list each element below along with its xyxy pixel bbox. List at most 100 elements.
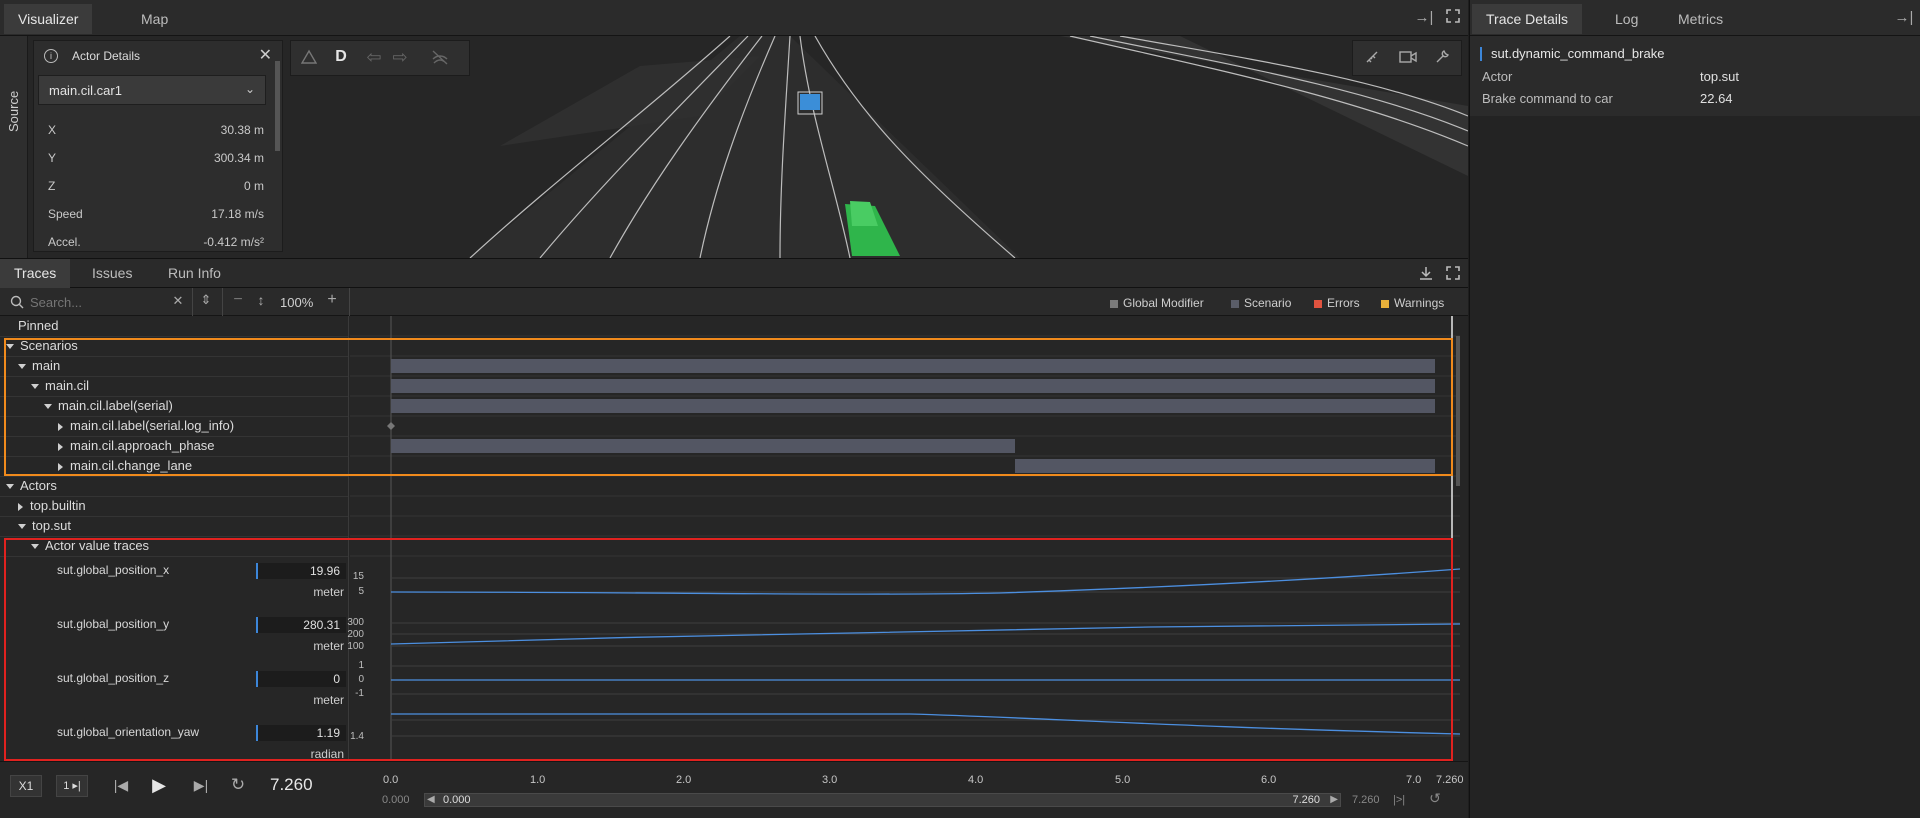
legend-label: Scenario bbox=[1244, 296, 1292, 310]
fullscreen-icon[interactable] bbox=[1443, 265, 1463, 285]
tree-item-main-cil[interactable]: main.cil bbox=[31, 376, 89, 396]
camera-icon[interactable] bbox=[1397, 50, 1419, 68]
fullscreen-icon[interactable] bbox=[1443, 8, 1463, 28]
time-tick: 7.0 bbox=[1406, 774, 1422, 786]
tree-label: top.builtin bbox=[30, 498, 86, 513]
tab-issues[interactable]: Issues bbox=[78, 259, 146, 288]
loop-range-button[interactable]: |>| bbox=[1393, 794, 1405, 806]
detail-value: top.sut bbox=[1700, 69, 1740, 84]
tree-item-builtin[interactable]: top.builtin bbox=[18, 496, 86, 516]
viz-toolbar: D ⇦ ⇨ bbox=[290, 40, 470, 76]
scenario-bar-change-lane[interactable] bbox=[1015, 459, 1435, 473]
tree-item-log-info[interactable]: main.cil.label(serial.log_info) bbox=[58, 416, 234, 436]
warning-icon[interactable] bbox=[299, 49, 319, 69]
tab-log[interactable]: Log bbox=[1601, 4, 1652, 34]
scenario-bar-approach[interactable] bbox=[391, 439, 1015, 453]
tree-item-change-lane[interactable]: main.cil.change_lane bbox=[58, 456, 192, 476]
detail-label: Actor bbox=[1482, 69, 1513, 84]
range-start-outer: 0.000 bbox=[382, 794, 410, 806]
legend-scenario[interactable]: Scenario bbox=[1231, 296, 1291, 310]
speed-button[interactable]: X1 bbox=[10, 775, 42, 797]
tab-run-info[interactable]: Run Info bbox=[154, 259, 235, 288]
tree-item-scenarios[interactable]: Scenarios bbox=[6, 336, 78, 356]
tree-item-main[interactable]: main bbox=[18, 356, 60, 376]
sort-icon[interactable]: ⇕ bbox=[198, 292, 214, 308]
legend-warnings[interactable]: Warnings bbox=[1381, 296, 1444, 310]
hide-path-icon[interactable] bbox=[429, 49, 451, 69]
arrow-left-icon[interactable]: ⇦ bbox=[363, 47, 385, 68]
tree-item-label-serial[interactable]: main.cil.label(serial) bbox=[44, 396, 173, 416]
legend-global-modifier[interactable]: Global Modifier bbox=[1110, 296, 1204, 310]
trace-name[interactable]: sut.global_position_z bbox=[57, 671, 169, 685]
close-icon[interactable]: ✕ bbox=[259, 45, 272, 65]
actor-select[interactable]: main.cil.car1 ⌄ bbox=[38, 75, 266, 105]
source-rail[interactable]: Source bbox=[0, 36, 28, 258]
download-icon[interactable] bbox=[1416, 265, 1436, 285]
actor-row-label: Accel. bbox=[48, 235, 81, 249]
row-separator bbox=[0, 556, 348, 557]
range-right-handle[interactable]: ▶ bbox=[1330, 794, 1338, 805]
scrollbar[interactable] bbox=[275, 61, 280, 151]
tab-trace-details[interactable]: Trace Details bbox=[1472, 4, 1582, 34]
caret-down-icon bbox=[31, 544, 39, 550]
trace-name[interactable]: sut.global_position_x bbox=[57, 563, 169, 577]
legend-errors[interactable]: Errors bbox=[1314, 296, 1360, 310]
zoom-level: 100% bbox=[280, 295, 314, 310]
timeline-canvas bbox=[350, 316, 1460, 761]
collapse-panel-icon[interactable]: →| bbox=[1894, 9, 1914, 26]
tree-item-pinned[interactable]: Pinned bbox=[18, 316, 58, 336]
tree-label: main.cil bbox=[45, 378, 90, 393]
search-input[interactable] bbox=[30, 292, 160, 312]
tab-map[interactable]: Map bbox=[127, 4, 182, 34]
tab-metrics[interactable]: Metrics bbox=[1664, 4, 1737, 34]
collapse-panel-icon[interactable]: →| bbox=[1414, 9, 1434, 26]
tree-item-actor-value-traces[interactable]: Actor value traces bbox=[31, 536, 149, 556]
range-left-handle[interactable]: ◀ bbox=[427, 794, 435, 805]
replay-icon[interactable]: ↻ bbox=[228, 775, 248, 795]
trace-value: 0 bbox=[256, 671, 346, 687]
timeline-area[interactable]: 15 5 300 200 100 1 0 -1 1.4 bbox=[347, 316, 1460, 761]
tab-traces[interactable]: Traces bbox=[0, 259, 71, 288]
main-area: Visualizer Map →| Source i Actor Details… bbox=[0, 0, 1468, 818]
clear-search-icon[interactable]: ✕ bbox=[170, 293, 186, 309]
actor-row-value: 17.18 m/s bbox=[211, 207, 264, 221]
time-tick: 3.0 bbox=[822, 774, 838, 786]
arrow-right-icon[interactable]: ⇨ bbox=[389, 47, 411, 68]
trace-name[interactable]: sut.global_orientation_yaw bbox=[57, 725, 199, 739]
scenario-bar-main-cil[interactable] bbox=[391, 379, 1435, 393]
tree-item-sut[interactable]: top.sut bbox=[18, 516, 71, 536]
skip-forward-icon[interactable]: ▶| bbox=[192, 777, 210, 794]
tree-item-actors[interactable]: Actors bbox=[6, 476, 57, 496]
wrench-icon[interactable] bbox=[1431, 49, 1453, 69]
tab-visualizer[interactable]: Visualizer bbox=[4, 4, 93, 34]
skip-back-icon[interactable]: |◀ bbox=[112, 777, 130, 794]
measure-icon[interactable] bbox=[1361, 49, 1383, 69]
log-info-marker[interactable] bbox=[387, 422, 395, 430]
scrollbar[interactable] bbox=[1456, 336, 1460, 486]
zoom-out-icon[interactable]: − bbox=[230, 291, 246, 309]
legend-swatch bbox=[1110, 299, 1118, 308]
tree-label: main.cil.label(serial) bbox=[58, 398, 173, 413]
time-tick: 0.0 bbox=[383, 774, 399, 786]
zoom-in-icon[interactable]: + bbox=[324, 291, 340, 309]
tree-label: main.cil.label(serial.log_info) bbox=[70, 418, 235, 433]
reset-icon[interactable]: ↺ bbox=[1426, 790, 1444, 807]
drive-mode-button[interactable]: D bbox=[331, 48, 351, 66]
play-icon[interactable]: ▶ bbox=[150, 775, 168, 796]
range-slider[interactable]: ◀ 0.000 7.260 ▶ bbox=[424, 793, 1341, 807]
step-button[interactable]: 1 ▸| bbox=[56, 775, 88, 797]
trace-name[interactable]: sut.global_position_y bbox=[57, 617, 169, 631]
fit-height-icon[interactable]: ↕ bbox=[253, 292, 269, 308]
actor-row-label: Z bbox=[48, 179, 56, 193]
actor-details-title: Actor Details bbox=[72, 49, 141, 63]
divider bbox=[192, 288, 193, 316]
scenario-bar-label-serial[interactable] bbox=[391, 399, 1435, 413]
actor-row-y: Y 300.34 m bbox=[48, 151, 264, 165]
trace-tree: Pinned Scenarios main main.cil main.cil.… bbox=[0, 316, 349, 761]
tree-item-approach[interactable]: main.cil.approach_phase bbox=[58, 436, 215, 456]
caret-right-icon bbox=[58, 442, 63, 451]
traces-toolbar: ✕ ⇕ − ↕ 100% + Global Modifier Scenario … bbox=[0, 288, 1468, 316]
scenario-bar-main[interactable] bbox=[391, 359, 1435, 373]
caret-down-icon bbox=[18, 524, 26, 530]
axis-tick: 5 bbox=[358, 586, 364, 597]
